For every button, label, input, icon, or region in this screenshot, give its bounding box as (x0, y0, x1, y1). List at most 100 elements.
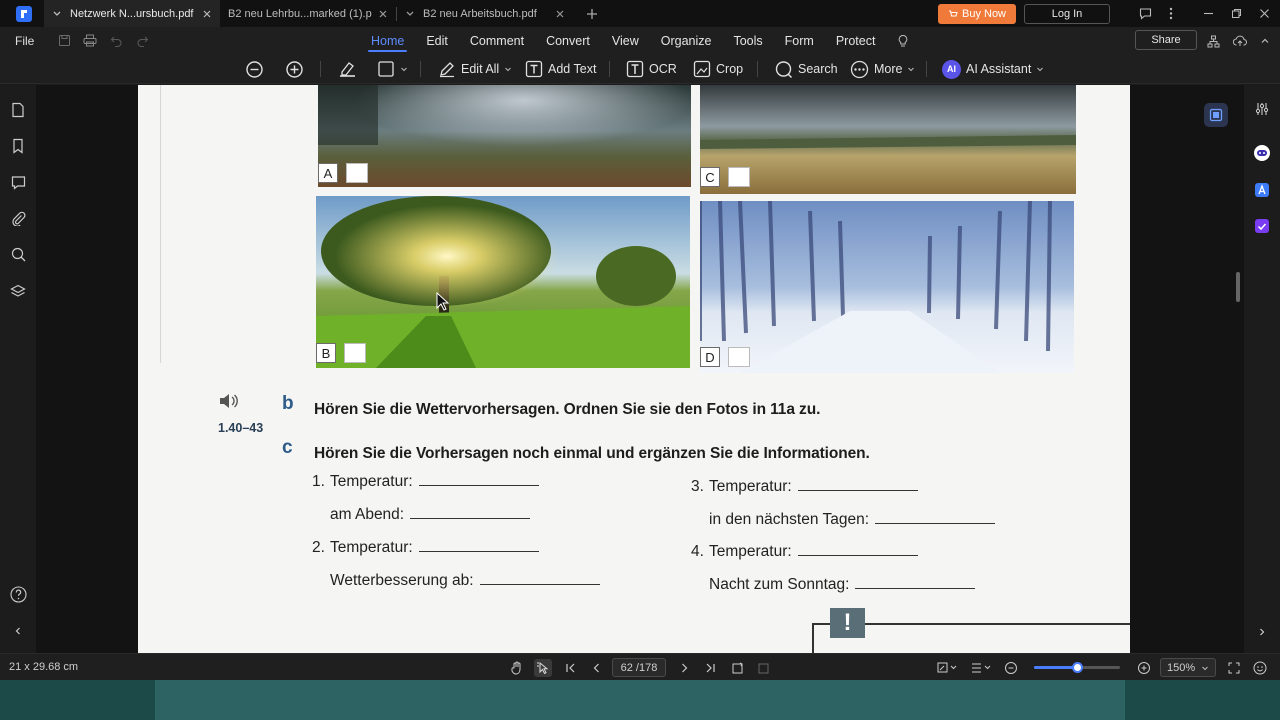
close-icon[interactable] (555, 9, 565, 19)
answer-line[interactable] (855, 579, 976, 589)
field-label: in den nächsten Tagen: (709, 511, 870, 528)
translate-icon[interactable] (1252, 180, 1272, 200)
close-icon[interactable] (378, 9, 388, 19)
full-screen-icon[interactable] (1225, 659, 1243, 677)
previous-page-icon[interactable] (588, 659, 606, 677)
help-icon[interactable] (9, 585, 27, 603)
cloud-upload-icon[interactable] (1229, 30, 1251, 52)
answer-line[interactable] (418, 542, 539, 552)
edit-all-button[interactable]: Edit All (438, 54, 512, 84)
file-menu[interactable]: File (15, 34, 51, 48)
document-tab[interactable]: B2 neu Lehrbu...marked (1).pdf (220, 0, 396, 27)
properties-sliders-icon[interactable] (1252, 99, 1272, 119)
collapse-left-icon[interactable] (9, 622, 27, 640)
next-page-icon[interactable] (675, 659, 693, 677)
tab-tools[interactable]: Tools (722, 27, 773, 54)
vertical-scrollbar[interactable] (1236, 272, 1240, 302)
chatbot-icon[interactable] (1252, 143, 1272, 163)
answer-line[interactable] (410, 509, 531, 519)
speaker-icon[interactable] (218, 392, 238, 410)
zoom-in-icon[interactable] (1135, 659, 1153, 677)
tab-edit[interactable]: Edit (415, 27, 459, 54)
print-icon[interactable] (77, 27, 103, 54)
page-number-input[interactable]: 62 /178 (612, 658, 666, 677)
document-tab[interactable]: B2 neu Arbeitsbuch.pdf (397, 0, 573, 27)
share-button[interactable]: Share (1135, 30, 1197, 50)
tab-home[interactable]: Home (360, 27, 415, 54)
answer-line[interactable] (797, 546, 918, 556)
search-icon[interactable] (9, 245, 27, 263)
hand-tool-icon[interactable] (508, 659, 526, 677)
tab-convert[interactable]: Convert (535, 27, 601, 54)
crop-button[interactable]: Crop (693, 54, 743, 84)
more-vertical-icon[interactable] (1158, 0, 1184, 27)
answer-box-b[interactable] (344, 343, 366, 363)
more-label: More (874, 62, 903, 76)
layers-icon[interactable] (9, 282, 27, 300)
shape-button[interactable] (377, 54, 408, 84)
fit-page-icon[interactable] (754, 659, 772, 677)
tab-comment[interactable]: Comment (459, 27, 535, 54)
tab-protect[interactable]: Protect (825, 27, 887, 54)
buy-now-button[interactable]: Buy Now (938, 3, 1016, 24)
ai-assistant-label: AI Assistant (966, 62, 1032, 76)
collapse-ribbon-icon[interactable] (1254, 30, 1276, 52)
chevron-down-icon (53, 11, 61, 16)
answer-line[interactable] (479, 575, 600, 585)
more-button[interactable]: More (850, 54, 915, 84)
zoom-out-button[interactable] (245, 54, 264, 84)
zoom-in-button[interactable] (285, 54, 304, 84)
tab-form[interactable]: Form (774, 27, 825, 54)
zoom-slider-knob[interactable] (1071, 662, 1083, 673)
redo-icon[interactable] (129, 27, 155, 54)
zoom-slider[interactable] (1034, 662, 1120, 673)
document-viewport[interactable]: A C B D 1.40–43 b Hören Sie die Wettervo… (36, 85, 1244, 653)
close-window-icon[interactable] (1250, 0, 1278, 27)
feedback-icon[interactable] (1251, 659, 1269, 677)
answer-line[interactable] (875, 514, 996, 524)
collapse-right-icon[interactable] (1252, 622, 1272, 642)
add-text-button[interactable]: Add Text (525, 54, 596, 84)
document-tab[interactable]: Netzwerk N...ursbuch.pdf (44, 0, 220, 27)
lightbulb-icon[interactable] (886, 27, 920, 54)
attachment-icon[interactable] (9, 209, 27, 227)
message-icon[interactable] (1132, 0, 1158, 27)
toolbar-divider (926, 61, 927, 77)
comment-icon[interactable] (9, 173, 27, 191)
save-icon[interactable] (51, 27, 77, 54)
rotate-page-icon[interactable] (728, 659, 746, 677)
answer-box-c[interactable] (728, 167, 750, 187)
search-button[interactable]: Search (774, 54, 838, 84)
first-page-icon[interactable] (562, 659, 580, 677)
page-view-icon[interactable] (1204, 103, 1228, 127)
hierarchy-icon[interactable] (1202, 30, 1224, 52)
field-label: Wetterbesserung ab: (330, 572, 474, 589)
ai-check-icon[interactable] (1252, 216, 1272, 236)
tab-view[interactable]: View (601, 27, 650, 54)
close-icon[interactable] (202, 9, 212, 19)
log-in-button[interactable]: Log In (1024, 3, 1110, 24)
page-layout-icon[interactable] (968, 659, 994, 677)
answer-line[interactable] (418, 476, 539, 486)
restore-icon[interactable] (1222, 0, 1250, 27)
search-label: Search (798, 62, 838, 76)
bookmark-icon[interactable] (9, 137, 27, 155)
ocr-button[interactable]: OCR (626, 54, 677, 84)
zoom-out-icon[interactable] (1002, 659, 1020, 677)
last-page-icon[interactable] (701, 659, 719, 677)
more-dots-icon (850, 60, 869, 78)
undo-icon[interactable] (103, 27, 129, 54)
highlight-button[interactable] (338, 54, 357, 84)
select-tool-icon[interactable] (534, 659, 552, 677)
page-thumbnails-icon[interactable] (9, 101, 27, 119)
plus-icon (587, 8, 597, 19)
minimize-icon[interactable] (1194, 0, 1222, 27)
answer-box-d[interactable] (728, 347, 750, 367)
reading-mode-icon[interactable] (934, 659, 960, 677)
zoom-level-select[interactable]: 150% (1160, 658, 1216, 677)
ai-assistant-button[interactable]: AI AI Assistant (942, 54, 1044, 84)
new-tab-button[interactable] (581, 3, 603, 25)
answer-box-a[interactable] (346, 163, 368, 183)
tab-organize[interactable]: Organize (650, 27, 723, 54)
answer-line[interactable] (797, 481, 918, 491)
